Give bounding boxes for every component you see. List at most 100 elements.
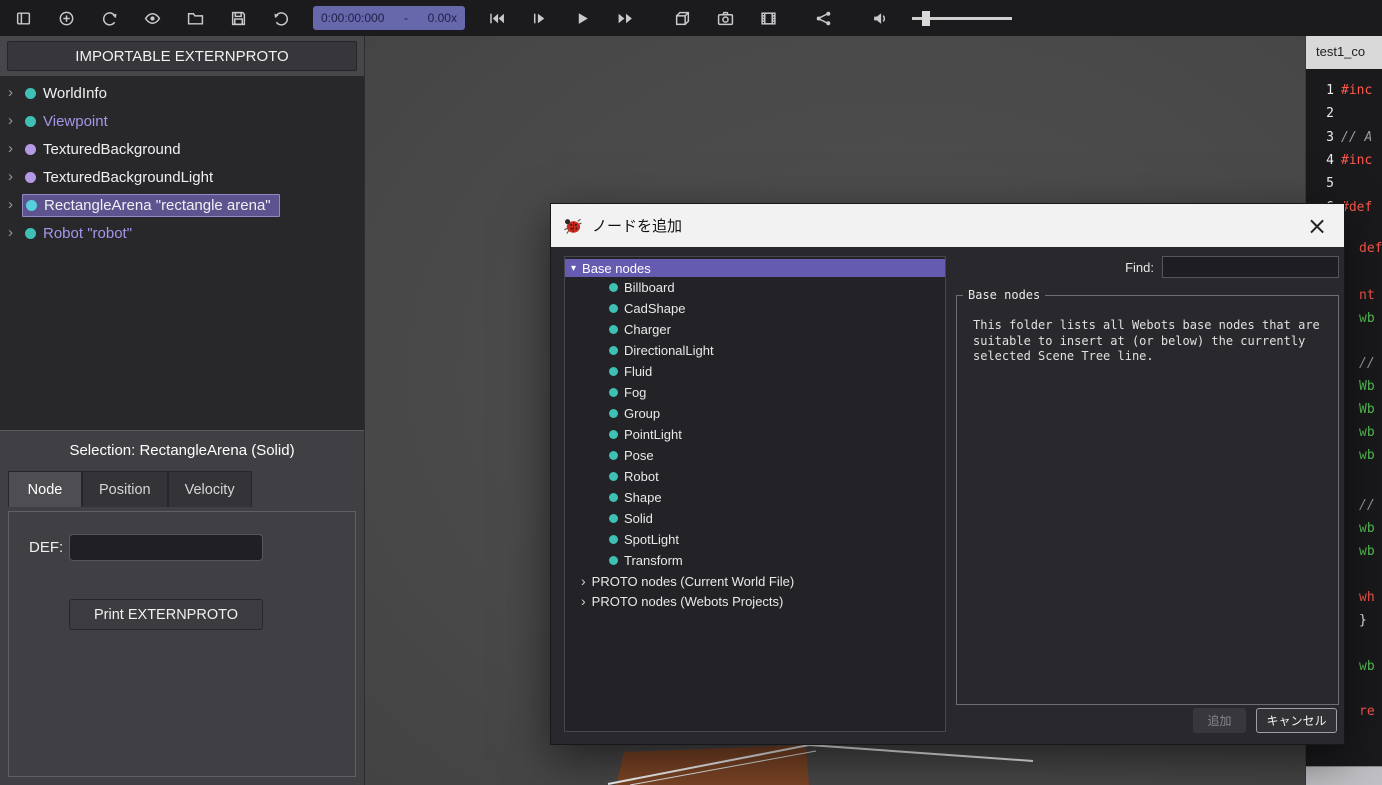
chevron-right-icon[interactable]: ›: [8, 225, 22, 240]
fast-forward-button[interactable]: [610, 4, 640, 32]
chevron-right-icon[interactable]: ›: [8, 85, 22, 100]
dialog-node-tree[interactable]: ▾ Base nodes Billboard CadShape Charger …: [564, 256, 946, 732]
tree-item-robot[interactable]: Robot: [565, 466, 945, 487]
sound-mute-button[interactable]: [865, 4, 895, 32]
tree-item-label[interactable]: Group: [624, 406, 660, 421]
tree-item-group[interactable]: Group: [565, 403, 945, 424]
tree-item-base-nodes[interactable]: ▾ Base nodes: [565, 259, 945, 277]
tree-item-viewpoint[interactable]: › Viewpoint: [0, 107, 364, 135]
node-description-text: This folder lists all Webots base nodes …: [973, 318, 1320, 363]
tree-item-pose[interactable]: Pose: [565, 445, 945, 466]
tree-item-charger[interactable]: Charger: [565, 319, 945, 340]
volume-slider[interactable]: [912, 10, 1012, 26]
tab-node[interactable]: Node: [8, 471, 82, 507]
add-node-dialog: ノードを追加 × ▾ Base nodes Billboard CadShape…: [550, 203, 1345, 745]
importable-externproto-button[interactable]: IMPORTABLE EXTERNPROTO: [7, 41, 357, 71]
tree-item-label[interactable]: Fog: [624, 385, 646, 400]
chevron-right-icon[interactable]: ›: [8, 113, 22, 128]
add-button[interactable]: 追加: [1193, 708, 1246, 733]
tree-item-label[interactable]: Charger: [624, 322, 671, 337]
tree-item-label[interactable]: PointLight: [624, 427, 682, 442]
tree-item-directionallight[interactable]: DirectionalLight: [565, 340, 945, 361]
arena-scene-geometry: [607, 743, 1034, 785]
reload-world-button[interactable]: [266, 4, 296, 32]
save-world-button[interactable]: [223, 4, 253, 32]
rewind-button[interactable]: [481, 4, 511, 32]
tree-item-label[interactable]: Base nodes: [582, 261, 651, 276]
node-tab-content: DEF: Print EXTERNPROTO: [8, 511, 356, 777]
tree-item-worldinfo[interactable]: › WorldInfo: [0, 79, 364, 107]
add-node-button[interactable]: [51, 4, 81, 32]
tree-item-label[interactable]: Shape: [624, 490, 662, 505]
tree-item-billboard[interactable]: Billboard: [565, 277, 945, 298]
editor-horizontal-scrollbar[interactable]: [1306, 766, 1382, 785]
tree-item-solid[interactable]: Solid: [565, 508, 945, 529]
tree-item-cadshape[interactable]: CadShape: [565, 298, 945, 319]
dialog-title-bar[interactable]: ノードを追加 ×: [551, 204, 1344, 247]
tree-item-rectanglearena[interactable]: › RectangleArena "rectangle arena": [0, 191, 364, 219]
close-icon[interactable]: ×: [1302, 211, 1332, 241]
tree-item-proto-webots-projects[interactable]: › PROTO nodes (Webots Projects): [565, 591, 945, 611]
print-externproto-button[interactable]: Print EXTERNPROTO: [69, 599, 263, 630]
tree-item-label[interactable]: Robot: [624, 469, 659, 484]
tree-item-pointlight[interactable]: PointLight: [565, 424, 945, 445]
perspective-view-button[interactable]: [667, 4, 697, 32]
editor-code-area[interactable]: 1#inc 2 3// A 4#inc 5 6#def: [1306, 79, 1382, 219]
cancel-button[interactable]: キャンセル: [1256, 708, 1337, 733]
tree-item-label[interactable]: TexturedBackgroundLight: [43, 169, 213, 186]
visibility-button[interactable]: [137, 4, 167, 32]
tree-item-label[interactable]: TexturedBackground: [43, 141, 181, 158]
tree-item-transform[interactable]: Transform: [565, 550, 945, 571]
chevron-right-icon[interactable]: ›: [581, 594, 586, 608]
chevron-down-icon[interactable]: ▾: [571, 263, 576, 274]
tree-item-label[interactable]: Viewpoint: [43, 113, 108, 130]
node-dot-icon: [609, 346, 618, 355]
tree-item-texturedbackgroundlight[interactable]: › TexturedBackgroundLight: [0, 163, 364, 191]
tree-item-proto-current-world[interactable]: › PROTO nodes (Current World File): [565, 571, 945, 591]
screenshot-button[interactable]: [710, 4, 740, 32]
code-fragment: re: [1359, 704, 1375, 719]
tree-item-label[interactable]: Billboard: [624, 280, 675, 295]
scene-tree: › WorldInfo › Viewpoint › TexturedBackgr…: [0, 76, 364, 430]
tab-velocity[interactable]: Velocity: [167, 471, 252, 507]
tree-item-label[interactable]: CadShape: [624, 301, 685, 316]
step-icon: [533, 13, 544, 23]
tree-item-label[interactable]: Solid: [624, 511, 653, 526]
tree-item-texturedbackground[interactable]: › TexturedBackground: [0, 135, 364, 163]
node-dot-icon: [26, 199, 37, 211]
tree-item-fluid[interactable]: Fluid: [565, 361, 945, 382]
chevron-right-icon[interactable]: ›: [8, 197, 22, 212]
tree-item-label[interactable]: PROTO nodes (Current World File): [592, 574, 795, 589]
reset-simulation-button[interactable]: [94, 4, 124, 32]
play-button[interactable]: [567, 4, 597, 32]
tab-position[interactable]: Position: [82, 471, 168, 507]
tree-item-label[interactable]: Transform: [624, 553, 683, 568]
chevron-right-icon[interactable]: ›: [8, 169, 22, 184]
scene-tree-header: IMPORTABLE EXTERNPROTO: [0, 36, 364, 76]
tree-item-robot[interactable]: › Robot "robot": [0, 219, 364, 247]
tree-item-label[interactable]: Robot "robot": [43, 225, 132, 242]
step-button[interactable]: [524, 4, 554, 32]
def-input[interactable]: [69, 534, 263, 561]
tree-item-label[interactable]: SpotLight: [624, 532, 679, 547]
tree-item-label[interactable]: RectangleArena "rectangle arena": [44, 197, 271, 214]
chevron-right-icon[interactable]: ›: [581, 574, 586, 588]
record-movie-button[interactable]: [753, 4, 783, 32]
tree-item-shape[interactable]: Shape: [565, 487, 945, 508]
volume-slider-handle[interactable]: [922, 10, 930, 26]
find-input[interactable]: [1162, 256, 1339, 278]
tree-item-label[interactable]: DirectionalLight: [624, 343, 714, 358]
editor-tab[interactable]: test1_co: [1306, 36, 1382, 69]
selection-tabs: Node Position Velocity: [0, 471, 364, 507]
open-world-button[interactable]: [180, 4, 210, 32]
chevron-right-icon[interactable]: ›: [8, 141, 22, 156]
tree-item-label[interactable]: PROTO nodes (Webots Projects): [592, 594, 784, 609]
tree-item-spotlight[interactable]: SpotLight: [565, 529, 945, 550]
tree-item-fog[interactable]: Fog: [565, 382, 945, 403]
tree-item-label[interactable]: Pose: [624, 448, 654, 463]
tree-item-label[interactable]: Fluid: [624, 364, 652, 379]
dialog-button-row: 追加 キャンセル: [1193, 708, 1337, 733]
tree-item-label[interactable]: WorldInfo: [43, 85, 107, 102]
share-button[interactable]: [808, 4, 838, 32]
window-layout-button[interactable]: [8, 4, 38, 32]
